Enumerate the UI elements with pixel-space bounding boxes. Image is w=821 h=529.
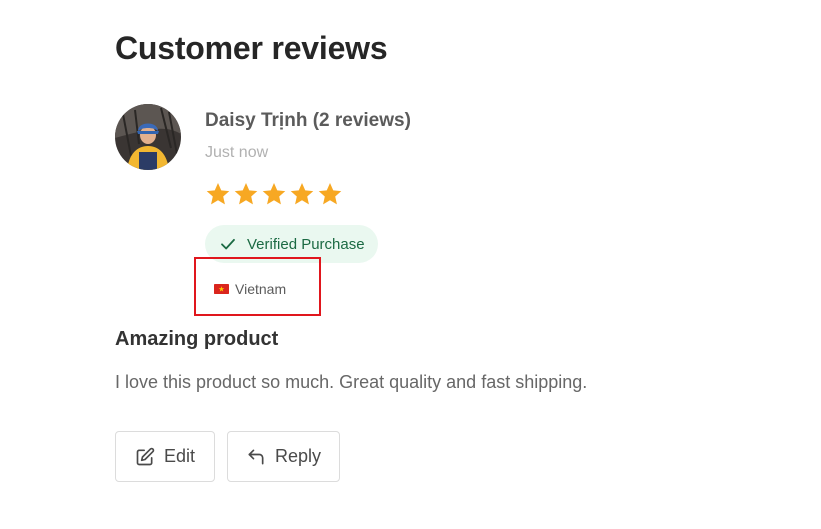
reply-button[interactable]: Reply xyxy=(227,431,340,482)
edit-button[interactable]: Edit xyxy=(115,431,215,482)
star-icon xyxy=(318,182,342,205)
star-icon xyxy=(206,182,230,205)
country-name: Vietnam xyxy=(235,281,287,297)
avatar-image xyxy=(115,104,181,170)
reply-icon xyxy=(248,449,264,464)
verified-purchase-label: Verified Purchase xyxy=(247,235,365,253)
reviewer-name: Daisy Trịnh (2 reviews) xyxy=(205,110,411,131)
reviewer-country: Vietnam xyxy=(214,280,286,298)
review-timestamp: Just now xyxy=(205,144,269,161)
customer-reviews-page: Customer reviews Daisy Trịnh (2 reviews)… xyxy=(0,0,821,529)
star-icon xyxy=(262,182,286,205)
section-title: Customer reviews xyxy=(115,30,388,66)
vietnam-flag-icon xyxy=(214,284,229,294)
star-icon xyxy=(234,182,258,205)
reply-button-label: Reply xyxy=(274,446,322,466)
edit-icon xyxy=(136,447,155,465)
reviewer-avatar xyxy=(115,104,181,170)
edit-button-label: Edit xyxy=(163,446,196,466)
review-body: I love this product so much. Great quali… xyxy=(115,372,588,392)
review-title: Amazing product xyxy=(115,328,279,350)
star-rating xyxy=(205,181,343,207)
check-icon xyxy=(221,238,235,250)
star-icon xyxy=(290,182,314,205)
